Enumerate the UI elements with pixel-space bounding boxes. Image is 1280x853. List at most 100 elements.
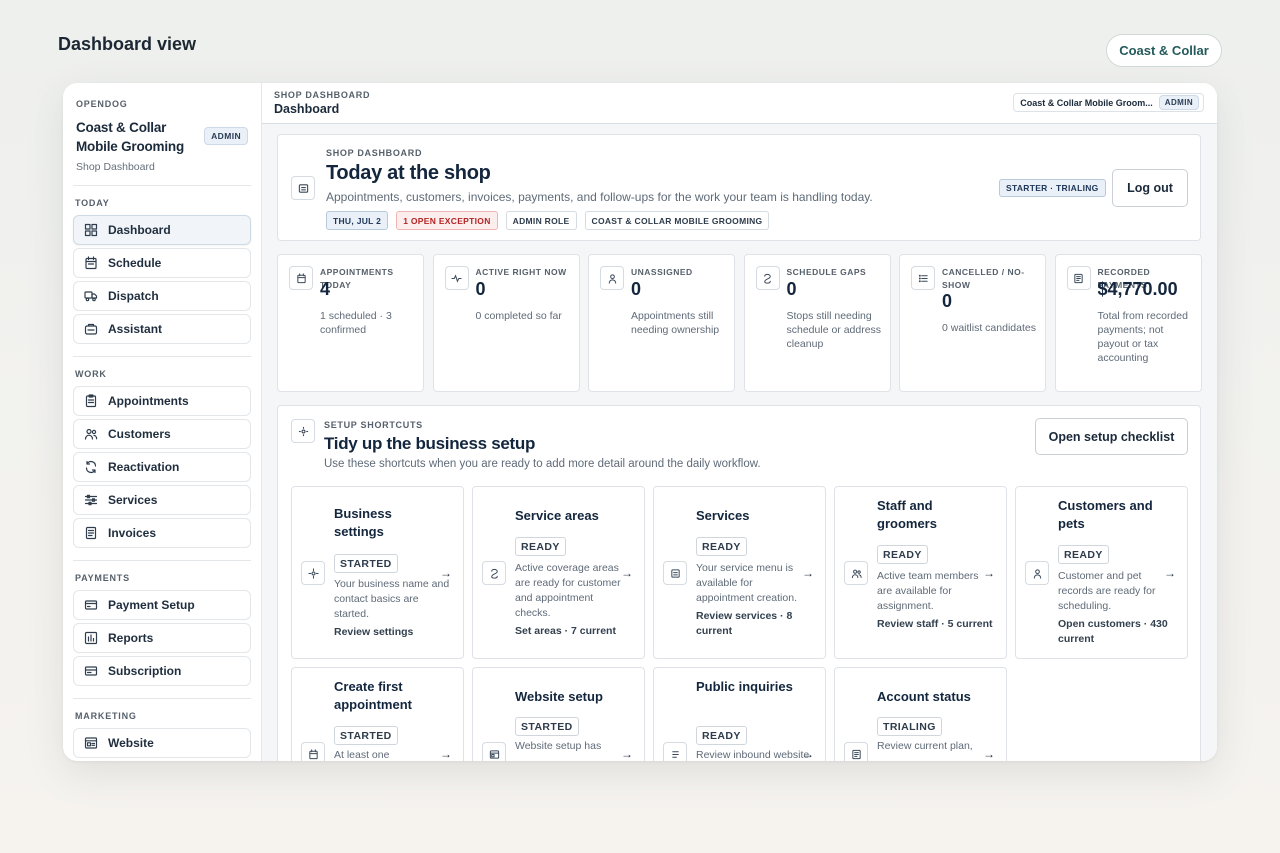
org-row: Coast & Collar Mobile Grooming ADMIN: [76, 118, 251, 156]
sidebar-item-label: Assistant: [108, 322, 163, 336]
stat-value: 0: [475, 279, 486, 299]
brand-pill[interactable]: Coast & Collar: [1106, 34, 1222, 67]
sidebar-item-reports[interactable]: Reports: [73, 623, 251, 653]
setup-tile-website-setup[interactable]: Website setup STARTED Website setup has →: [472, 667, 645, 761]
stat-card-cancelled-no-show: CANCELLED / NO-SHOW 0 0 waitlist candidate…: [899, 254, 1046, 392]
tile-status-badge: READY: [515, 537, 566, 556]
tile-link[interactable]: Review staff · 5 current: [877, 617, 993, 632]
stat-label: APPOINTMENTS TODAY: [320, 267, 394, 290]
sidebar-item-services[interactable]: Services: [73, 485, 251, 515]
route-icon: [755, 266, 780, 290]
sidebar-item-label: Dashboard: [108, 223, 171, 237]
route-icon: [482, 561, 506, 585]
setup-tile-services[interactable]: Services READY Your service menu is availa…: [653, 486, 826, 659]
sidebar-item-invoices[interactable]: Invoices: [73, 518, 251, 548]
sidebar-item-label: Customers: [108, 427, 171, 441]
truck-icon: [84, 289, 98, 303]
tile-link[interactable]: Set areas · 7 current: [515, 624, 631, 639]
sidebar-item-schedule[interactable]: Schedule: [73, 248, 251, 278]
clipboard-icon: [84, 394, 98, 408]
dashboard-icon: [84, 223, 98, 237]
stat-description: 1 scheduled · 3 confirmed: [320, 310, 392, 336]
sidebar-item-payment-setup[interactable]: Payment Setup: [73, 590, 251, 620]
user-icon: [600, 266, 624, 290]
sidebar-item-reactivation[interactable]: Reactivation: [73, 452, 251, 482]
sidebar-item-website[interactable]: Website: [73, 728, 251, 758]
setup-tile-business-settings[interactable]: Business settings STARTED Your business na…: [291, 486, 464, 659]
sidebar-item-assistant[interactable]: Assistant: [73, 314, 251, 344]
plan-badge: STARTER · TRIALING: [999, 179, 1106, 197]
tile-link[interactable]: Review settings: [334, 625, 450, 640]
open-setup-checklist-button[interactable]: Open setup checklist: [1035, 418, 1188, 455]
sidebar-item-dashboard[interactable]: Dashboard: [73, 215, 251, 245]
page-title: Dashboard view: [58, 34, 197, 54]
sidebar-item-dispatch[interactable]: Dispatch: [73, 281, 251, 311]
credit-card-icon: [84, 598, 98, 612]
org-label: OPENDOG: [76, 99, 128, 109]
tile-link[interactable]: Open customers · 430 current: [1058, 617, 1174, 647]
tile-link[interactable]: Review services · 8 current: [696, 609, 812, 639]
setup-tile-create-first-appointment[interactable]: Create first appointment STARTED At least …: [291, 667, 464, 761]
exception-chip[interactable]: 1 OPEN EXCEPTION: [396, 211, 498, 230]
account-icon: [844, 742, 868, 761]
stat-card-recorded-payments: RECORDED PAYMENTS $4,770.00 Total from rec…: [1054, 254, 1202, 392]
setup-tile-service-areas[interactable]: Service areas READY Active coverage areas …: [472, 486, 645, 659]
tile-status-badge: STARTED: [334, 726, 398, 745]
stat-label: SCHEDULE GAPS: [786, 267, 867, 277]
tile-description: Active coverage areas are ready for cust…: [515, 562, 621, 619]
tile-title: Public inquiries: [696, 679, 793, 694]
stat-value: 0: [942, 291, 953, 311]
sidebar-section-title: WORK: [75, 369, 107, 379]
setup-tile-customers-and-pets[interactable]: Customers and pets READY Customer and pet …: [1015, 486, 1188, 659]
tile-status-badge: TRIALING: [877, 717, 942, 736]
arrow-right-icon: →: [802, 747, 814, 761]
setup-tile-public-inquiries[interactable]: Public inquiries READY Review inbound webs…: [653, 667, 826, 761]
logout-button[interactable]: Log out: [1112, 169, 1188, 207]
browser-icon: [482, 742, 506, 761]
role-chip: ADMIN ROLE: [505, 211, 577, 230]
sidebar-item-appointments[interactable]: Appointments: [73, 386, 251, 416]
hero-chips: THU, JUL 2 1 OPEN EXCEPTION ADMIN ROLE C…: [326, 211, 770, 230]
tile-title: Create first appointment: [334, 679, 412, 712]
sidebar-item-label: Reactivation: [108, 460, 180, 474]
sidebar-item-label: Reports: [108, 631, 154, 645]
browser-icon: [84, 736, 98, 750]
stat-description: Stops still needing schedule or address …: [786, 310, 882, 350]
tile-status-badge: READY: [877, 545, 928, 564]
setup-tile-staff-and-groomers[interactable]: Staff and groomers READY Active team membe…: [834, 486, 1007, 659]
sidebar-nav: TODAY Dashboard Schedule Dispatch Assistant W…: [73, 185, 251, 761]
stat-description: Total from recorded payments; not payout…: [1097, 310, 1188, 364]
app-window: OPENDOG Coast & Collar Mobile Grooming A…: [63, 83, 1217, 761]
sidebar-item-subscription[interactable]: Subscription: [73, 656, 251, 686]
sidebar-item-label: Services: [108, 493, 158, 507]
setup-title: Tidy up the business setup: [324, 434, 536, 453]
arrow-right-icon: →: [983, 747, 995, 761]
stat-label: CANCELLED / NO-SHOW: [942, 267, 1025, 290]
setup-label: SETUP SHORTCUTS: [324, 420, 423, 430]
tile-description: At least one: [334, 749, 390, 761]
shop-icon: [291, 176, 315, 200]
tile-description: Your service menu is available for appoi…: [696, 562, 797, 604]
org-switcher[interactable]: Coast & Collar Mobile Groom... ADMIN: [1013, 93, 1204, 112]
receipt-icon: [1066, 266, 1091, 290]
topbar: SHOP DASHBOARD Dashboard Coast & Collar …: [262, 83, 1217, 124]
user-icon: [1025, 561, 1049, 585]
stat-label: ACTIVE RIGHT NOW: [475, 267, 567, 277]
tile-description: Review inbound website inquiries here: [696, 749, 810, 761]
calendar-icon: [301, 742, 325, 761]
inbox-icon: [663, 742, 687, 761]
stat-value: 0: [786, 279, 797, 299]
setup-card: SETUP SHORTCUTS Tidy up the business set…: [277, 405, 1201, 761]
tile-status-badge: READY: [696, 537, 747, 556]
stat-description: Appointments still needing ownership: [631, 310, 720, 336]
document-icon: [84, 526, 98, 540]
sidebar-item-label: Dispatch: [108, 289, 159, 303]
setup-tile-account-status[interactable]: Account status TRIALING Review current pla…: [834, 667, 1007, 761]
sparkle-icon: [291, 419, 315, 443]
arrow-right-icon: →: [802, 566, 814, 580]
stat-card-unassigned: UNASSIGNED 0 Appointments still needing ow…: [588, 254, 735, 392]
tile-description: Active team members are available for as…: [877, 570, 979, 612]
sidebar-item-label: Payment Setup: [108, 598, 195, 612]
stat-card-active-right-now: ACTIVE RIGHT NOW 0 0 completed so far: [432, 254, 580, 392]
sidebar-item-customers[interactable]: Customers: [73, 419, 251, 449]
